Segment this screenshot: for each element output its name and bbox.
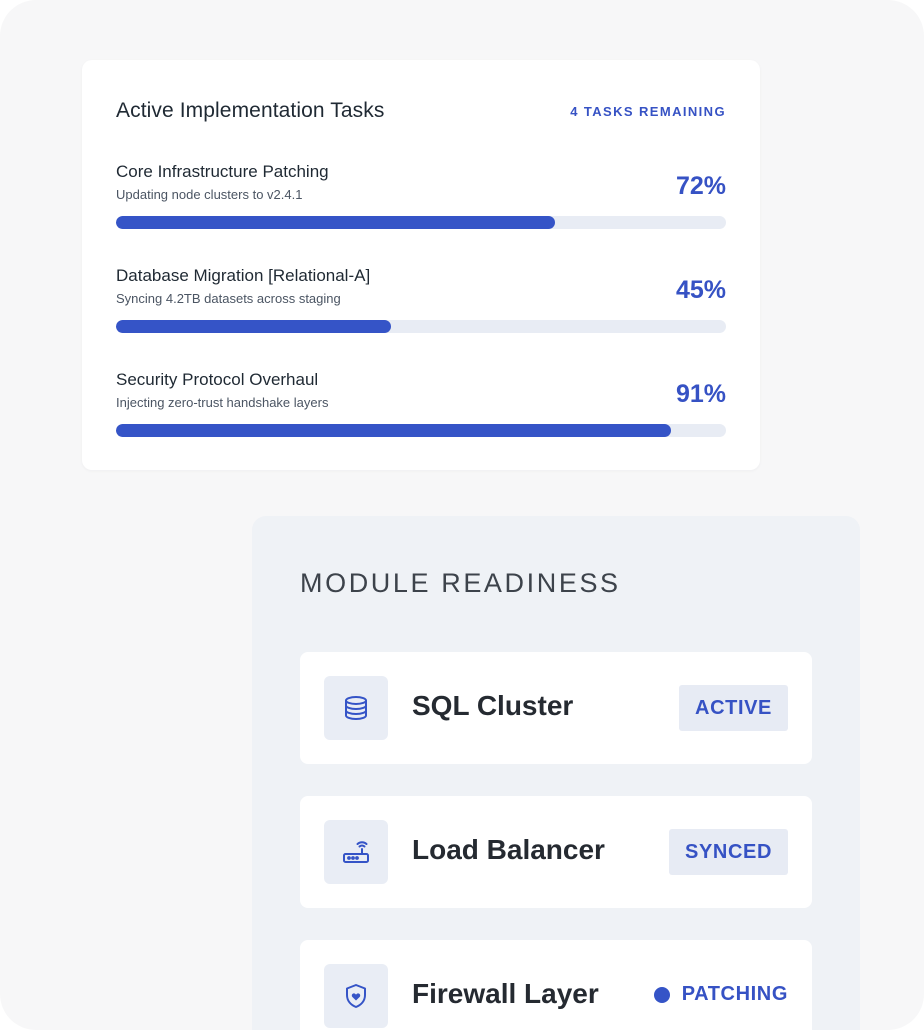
shield-icon xyxy=(324,964,388,1028)
tasks-header: Active Implementation Tasks 4 TASKS REMA… xyxy=(116,96,726,126)
page: Active Implementation Tasks 4 TASKS REMA… xyxy=(0,0,924,1030)
tasks-card: Active Implementation Tasks 4 TASKS REMA… xyxy=(82,60,760,470)
task-description: Syncing 4.2TB datasets across staging xyxy=(116,291,341,306)
progress-track xyxy=(116,216,726,229)
database-icon xyxy=(324,676,388,740)
module-name: SQL Cluster xyxy=(412,690,574,721)
module-name: Firewall Layer xyxy=(412,978,599,1009)
module-row-sql-cluster[interactable]: SQL Cluster ACTIVE xyxy=(300,652,812,764)
module-readiness-panel: MODULE READINESS SQL Cluster ACTIVE Load… xyxy=(252,516,860,1030)
status-dot xyxy=(653,986,670,1003)
task-item[interactable]: Core Infrastructure Patching Updating no… xyxy=(116,162,726,242)
task-description: Updating node clusters to v2.4.1 xyxy=(116,187,303,202)
module-row-load-balancer[interactable]: Load Balancer SYNCED xyxy=(300,796,812,908)
module-row-firewall-layer[interactable]: Firewall Layer PATCHING xyxy=(300,940,812,1030)
task-description: Injecting zero-trust handshake layers xyxy=(116,395,329,410)
status-label: PATCHING xyxy=(681,983,788,1005)
tasks-title: Active Implementation Tasks xyxy=(116,99,385,122)
progress-fill xyxy=(116,424,672,437)
progress-fill xyxy=(116,320,391,333)
task-item[interactable]: Database Migration [Relational-A] Syncin… xyxy=(116,266,726,346)
task-item[interactable]: Security Protocol Overhaul Injecting zer… xyxy=(116,370,726,450)
progress-fill xyxy=(116,216,556,229)
router-icon xyxy=(324,820,388,884)
task-percent: 91% xyxy=(675,380,726,408)
module-readiness-title: MODULE READINESS xyxy=(300,568,621,598)
status-badge: SYNCED xyxy=(669,829,788,875)
tasks-remaining-count: 4 TASKS REMAINING xyxy=(570,103,726,119)
task-percent: 72% xyxy=(675,172,726,200)
task-name: Security Protocol Overhaul xyxy=(116,370,319,389)
progress-track xyxy=(116,424,726,437)
progress-track xyxy=(116,320,726,333)
status-badge: ACTIVE xyxy=(679,685,788,731)
task-percent: 45% xyxy=(675,276,726,304)
module-name: Load Balancer xyxy=(412,834,605,865)
task-name: Core Infrastructure Patching xyxy=(116,162,329,181)
status-indicator: PATCHING xyxy=(653,983,788,1006)
task-name: Database Migration [Relational-A] xyxy=(116,266,371,285)
